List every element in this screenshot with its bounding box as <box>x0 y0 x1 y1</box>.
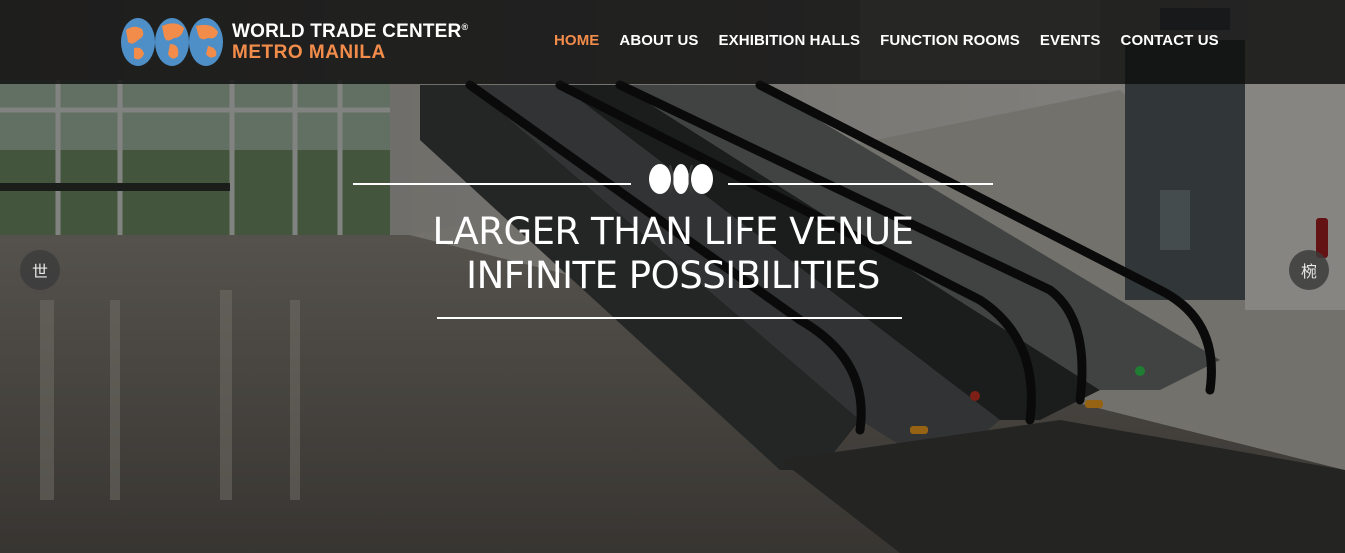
nav-function-rooms[interactable]: FUNCTION ROOMS <box>880 32 1020 49</box>
site-header: WORLD TRADE CENTER® METRO MANILA HOME AB… <box>0 0 1345 84</box>
wtc-mark-icon <box>649 164 713 194</box>
globe-logo-icon <box>121 18 223 66</box>
nav-contact-us[interactable]: CONTACT US <box>1121 32 1219 49</box>
slider-prev-button[interactable]: 世 <box>20 250 60 290</box>
slider-next-button[interactable]: 椀 <box>1289 250 1329 290</box>
nav-events[interactable]: EVENTS <box>1040 32 1101 49</box>
hero-headline-line1: LARGER THAN LIFE VENUE <box>432 210 914 253</box>
logo-title: WORLD TRADE CENTER® <box>232 21 469 42</box>
registered-mark: ® <box>461 22 469 32</box>
site-logo[interactable]: WORLD TRADE CENTER® METRO MANILA <box>120 16 468 68</box>
nav-about-us[interactable]: ABOUT US <box>619 32 698 49</box>
hero-slider: WORLD TRADE CENTER® METRO MANILA HOME AB… <box>0 0 1345 553</box>
main-nav: HOME ABOUT US EXHIBITION HALLS FUNCTION … <box>554 32 1239 49</box>
nav-exhibition-halls[interactable]: EXHIBITION HALLS <box>719 32 861 49</box>
caption-divider-bottom <box>437 317 902 319</box>
nav-home[interactable]: HOME <box>554 32 599 49</box>
hero-headline-line2: INFINITE POSSIBILITIES <box>466 254 880 297</box>
prev-arrow-icon: 世 <box>31 264 48 281</box>
logo-subtitle: METRO MANILA <box>232 42 386 63</box>
caption-divider-right <box>728 183 993 185</box>
caption-divider-left <box>353 183 631 185</box>
next-arrow-icon: 椀 <box>1300 264 1317 281</box>
